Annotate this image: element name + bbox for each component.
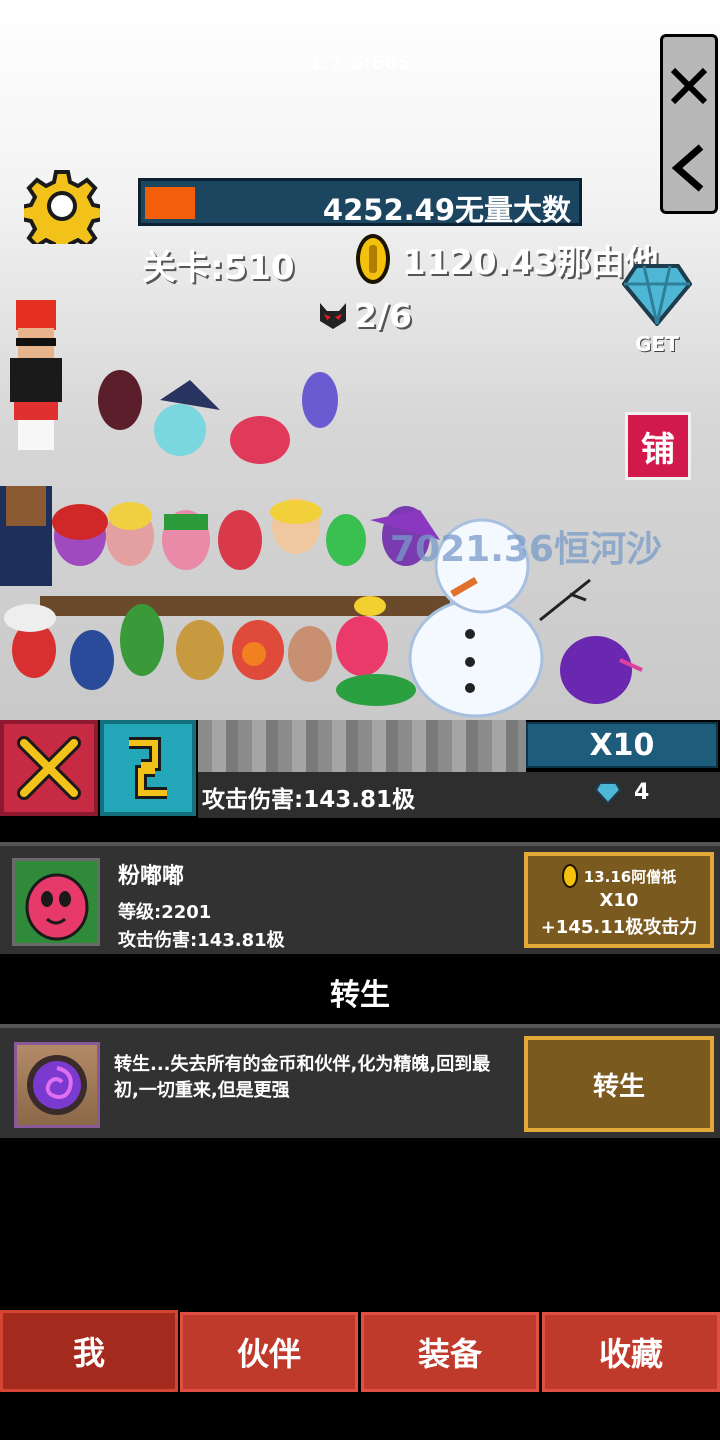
section-title: 转生 (330, 978, 390, 1013)
rebirth-button[interactable]: 转生 (524, 1036, 714, 1132)
pink-blob-avatar (15, 861, 97, 943)
upgrade-gain: +145.11极攻击力 (540, 917, 698, 938)
partner-level: 等级:2201 (118, 902, 212, 923)
tab-collection[interactable]: 收藏 (542, 1312, 720, 1392)
attack-info-strip: 攻击伤害:143.81极 4 (198, 772, 720, 818)
attack-mode-button[interactable] (0, 720, 98, 816)
version-label: 1.7.6:665 (309, 52, 411, 74)
upgrade-partner-button[interactable]: 13.16阿僧祇 X10 +145.11极攻击力 (524, 852, 714, 948)
upgrade-multiplier: X10 (599, 890, 639, 911)
settings-button[interactable] (19, 168, 105, 256)
coin-icon (356, 234, 390, 284)
partner-portrait (12, 858, 100, 946)
gem-count-value: 4 (634, 780, 650, 805)
rebirth-row: 转生...失去所有的金币和伙伴,化为精魄,回到最初,一切重来,但是更强 转生 (0, 1024, 720, 1138)
gem-balance: 4 (594, 780, 649, 805)
tab-me[interactable]: 我 (0, 1310, 178, 1392)
diamond-icon (594, 781, 622, 804)
swap-arrows-icon (129, 737, 167, 799)
character-crowd (0, 300, 643, 718)
close-button[interactable] (663, 51, 715, 121)
upgrade-cost-value: 13.16阿僧祇 (583, 867, 677, 886)
floating-damage-text: 7021.36恒河沙 (390, 529, 662, 570)
attack-damage-label: 攻击伤害:143.81极 (202, 787, 415, 813)
partner-row: 粉嘟嘟 等级:2201 攻击伤害:143.81极 13.16阿僧祇 X10 +1… (0, 842, 720, 954)
side-panel (660, 34, 718, 214)
coin-icon (561, 864, 578, 888)
tab-equipment[interactable]: 装备 (361, 1312, 539, 1392)
close-x-icon (670, 67, 708, 105)
tab-partners[interactable]: 伙伴 (180, 1312, 358, 1392)
boss-hp-bar: 4252.49无量大数 (138, 178, 582, 227)
coin-display: 1120.43那由他 (356, 234, 659, 284)
rebirth-description: 转生...失去所有的金币和伙伴,化为精魄,回到最初,一切重来,但是更强 (114, 1054, 491, 1101)
back-button[interactable] (663, 133, 715, 203)
rebirth-portrait (14, 1042, 100, 1128)
coin-amount: 1120.43那由他 (402, 242, 659, 283)
gear-icon (19, 170, 105, 256)
partner-attack: 攻击伤害:143.81极 (118, 930, 285, 951)
hp-fill (145, 187, 195, 219)
crossed-swords-icon (17, 736, 81, 800)
multiplier-button[interactable]: X10 (526, 722, 718, 768)
hero-character (10, 300, 62, 450)
purple-orb-icon (27, 1055, 87, 1115)
switch-mode-button[interactable] (100, 720, 196, 816)
chevron-left-icon (671, 144, 704, 192)
upgrade-cost: 13.16阿僧祇 (528, 864, 710, 888)
game-scene[interactable]: 1.7.6:665 4252.49无量大数 关卡:510 1120.43那由他 (0, 0, 720, 720)
stage-label: 关卡:510 (142, 248, 295, 288)
progress-stone-strip (198, 720, 526, 772)
partner-name: 粉嘟嘟 (118, 864, 185, 889)
hp-value: 4252.49无量大数 (322, 193, 571, 227)
